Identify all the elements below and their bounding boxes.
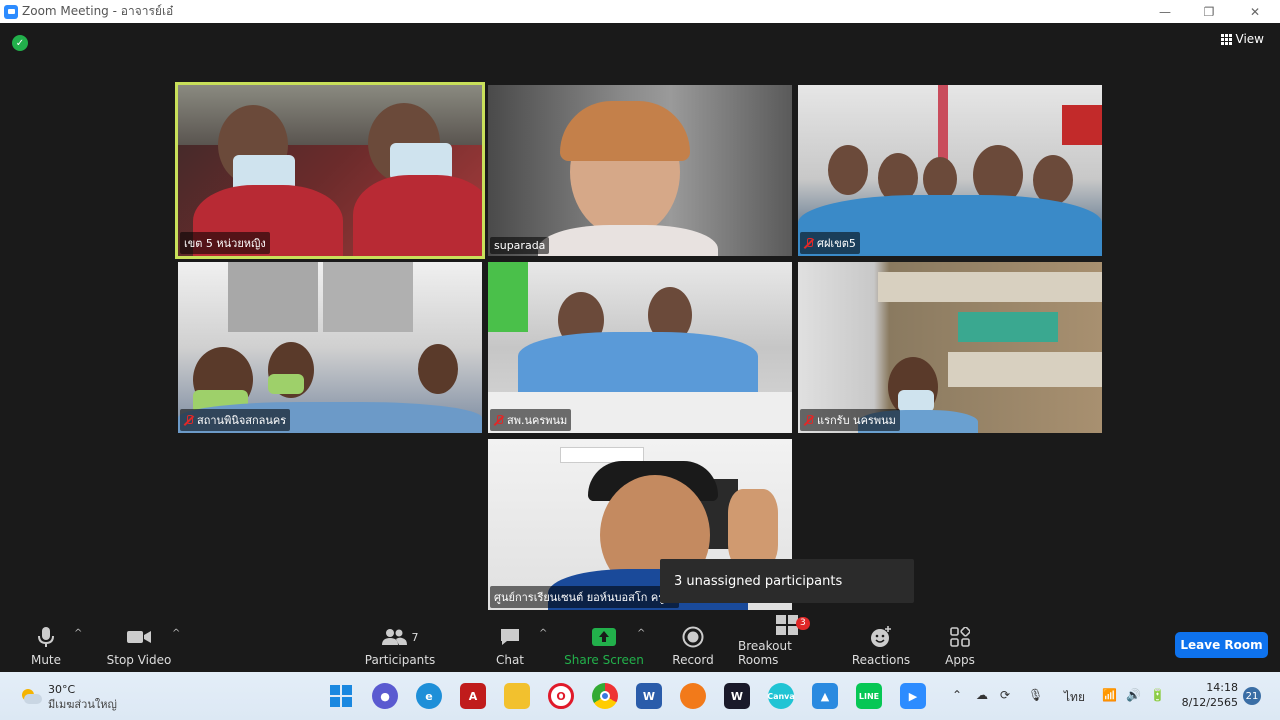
chat-options-caret[interactable]: ^ bbox=[539, 628, 547, 639]
window-titlebar: Zoom Meeting - อาจารย์เอ๋ — ❐ ✕ bbox=[0, 0, 1280, 23]
mic-muted-icon bbox=[804, 415, 814, 425]
participants-label: Participants bbox=[364, 653, 436, 667]
record-button[interactable]: Record bbox=[668, 620, 718, 672]
edge-icon[interactable]: e bbox=[416, 683, 442, 709]
zoom-icon[interactable]: ▶ bbox=[900, 683, 926, 709]
microphone-tray-icon[interactable]: 🎙 bbox=[1028, 688, 1043, 702]
opera-icon[interactable]: O bbox=[548, 683, 574, 709]
participant-name-label: suparada bbox=[490, 237, 550, 254]
weather-temp: 30°C bbox=[48, 683, 76, 696]
wifi-icon[interactable]: 📶 bbox=[1102, 688, 1117, 702]
firefox-icon[interactable] bbox=[680, 683, 706, 709]
notifications-badge[interactable]: 21 bbox=[1243, 687, 1261, 705]
clock[interactable]: 14:18 8/12/2565 bbox=[1180, 680, 1238, 710]
clock-date: 8/12/2565 bbox=[1181, 696, 1238, 709]
participant-name-label: แรกรับ นครพนม bbox=[800, 409, 900, 431]
participant-name-label: เขต 5 หน่วยหญิง bbox=[180, 232, 270, 254]
clock-time: 14:18 bbox=[1206, 681, 1238, 694]
chat-button[interactable]: Chat bbox=[488, 620, 532, 672]
record-label: Record bbox=[672, 653, 714, 667]
view-label: View bbox=[1235, 32, 1264, 46]
file-explorer-icon[interactable] bbox=[504, 683, 530, 709]
participant-name-label: ศูนย์การเรียนเซนต์ ยอห์นบอสโก ครู... bbox=[490, 586, 679, 608]
video-tile[interactable]: สพ.นครพนม bbox=[488, 262, 792, 433]
video-tile[interactable]: สถานพินิจสกลนคร bbox=[178, 262, 482, 433]
breakout-rooms-icon: 3 bbox=[776, 615, 810, 635]
weather-widget[interactable]: 30°C มีเมฆส่วนใหญ่ bbox=[20, 682, 117, 712]
zoom-app-icon bbox=[4, 4, 18, 19]
participant-name-label: สถานพินิจสกลนคร bbox=[180, 409, 291, 431]
volume-icon[interactable]: 🔊 bbox=[1126, 688, 1141, 702]
mic-muted-icon bbox=[804, 238, 814, 248]
close-button[interactable]: ✕ bbox=[1232, 0, 1278, 23]
sync-icon[interactable]: ⟳ bbox=[1000, 688, 1010, 702]
azure-icon[interactable]: ▲ bbox=[812, 683, 838, 709]
mute-button[interactable]: Mute bbox=[24, 620, 68, 672]
participants-button[interactable]: 7 Participants bbox=[362, 620, 438, 672]
share-screen-icon bbox=[592, 625, 616, 649]
shield-check-icon[interactable]: ✓ bbox=[12, 35, 28, 51]
share-screen-button[interactable]: Share Screen bbox=[564, 620, 644, 672]
apps-label: Apps bbox=[945, 653, 975, 667]
breakout-rooms-button[interactable]: 3 Breakout Rooms bbox=[738, 615, 836, 672]
smiley-plus-icon bbox=[870, 625, 892, 649]
chat-label: Chat bbox=[495, 653, 525, 667]
video-tile[interactable]: ศฝเขต5 bbox=[798, 85, 1102, 256]
participant-name-label: ศฝเขต5 bbox=[800, 232, 860, 254]
partly-cloudy-icon bbox=[20, 689, 42, 705]
leave-room-label: Leave Room bbox=[1180, 638, 1263, 652]
meeting-stage: ✓ View เขต 5 หน่วยหญิง suparada ศฝเขต5 ส… bbox=[0, 23, 1280, 620]
breakout-rooms-label: Breakout Rooms bbox=[738, 639, 792, 667]
video-tile[interactable]: เขต 5 หน่วยหญิง bbox=[175, 82, 485, 259]
windows-start-icon[interactable] bbox=[328, 683, 354, 709]
share-options-caret[interactable]: ^ bbox=[637, 628, 645, 639]
leave-room-button[interactable]: Leave Room bbox=[1175, 632, 1268, 658]
chrome-icon[interactable] bbox=[592, 683, 618, 709]
maximize-button[interactable]: ❐ bbox=[1186, 0, 1232, 23]
record-icon bbox=[682, 625, 704, 649]
unassigned-participants-tooltip: 3 unassigned participants bbox=[660, 559, 914, 603]
minimize-button[interactable]: — bbox=[1142, 0, 1188, 23]
participants-count: 7 bbox=[411, 630, 419, 644]
apps-icon bbox=[950, 625, 970, 649]
video-tile[interactable]: suparada bbox=[488, 85, 792, 256]
microphone-icon bbox=[37, 625, 55, 649]
acrobat-icon[interactable]: A bbox=[460, 683, 486, 709]
video-options-caret[interactable]: ^ bbox=[172, 628, 180, 639]
tray-overflow-icon[interactable]: ⌃ bbox=[952, 688, 962, 702]
wps-icon[interactable]: W bbox=[724, 683, 750, 709]
stop-video-label: Stop Video bbox=[106, 653, 172, 667]
video-tile[interactable]: แรกรับ นครพนม bbox=[798, 262, 1102, 433]
meeting-toolbar: Mute ^ Stop Video ^ 7 Participants Chat … bbox=[0, 615, 1280, 672]
weather-desc: มีเมฆส่วนใหญ่ bbox=[48, 698, 117, 711]
reactions-label: Reactions bbox=[851, 653, 911, 667]
window-title: Zoom Meeting - อาจารย์เอ๋ bbox=[22, 4, 174, 18]
stop-video-button[interactable]: Stop Video bbox=[104, 620, 174, 672]
canva-icon[interactable]: Canva bbox=[767, 683, 795, 709]
participant-name-label: สพ.นครพนม bbox=[490, 409, 572, 431]
mute-label: Mute bbox=[30, 653, 62, 667]
teams-chat-icon[interactable]: ● bbox=[372, 683, 398, 709]
chat-bubble-icon bbox=[499, 625, 521, 649]
mic-muted-icon bbox=[494, 415, 504, 425]
line-icon[interactable]: LINE bbox=[856, 683, 882, 709]
breakout-badge: 3 bbox=[796, 617, 810, 630]
onedrive-icon[interactable]: ☁ bbox=[976, 688, 988, 702]
view-button[interactable]: View bbox=[1220, 32, 1264, 46]
grid-view-icon bbox=[1220, 34, 1232, 45]
windows-taskbar: 30°C มีเมฆส่วนใหญ่ ● e A O W W Canva ▲ L… bbox=[0, 672, 1280, 720]
language-indicator[interactable]: ไทย bbox=[1064, 688, 1085, 707]
apps-button[interactable]: Apps bbox=[940, 620, 980, 672]
mute-options-caret[interactable]: ^ bbox=[74, 628, 82, 639]
battery-icon[interactable]: 🔋 bbox=[1150, 688, 1165, 702]
video-camera-icon bbox=[126, 625, 152, 649]
participants-icon: 7 bbox=[381, 625, 419, 649]
share-screen-label: Share Screen bbox=[564, 653, 644, 667]
mic-muted-icon bbox=[184, 415, 194, 425]
reactions-button[interactable]: Reactions bbox=[852, 620, 910, 672]
word-icon[interactable]: W bbox=[636, 683, 662, 709]
